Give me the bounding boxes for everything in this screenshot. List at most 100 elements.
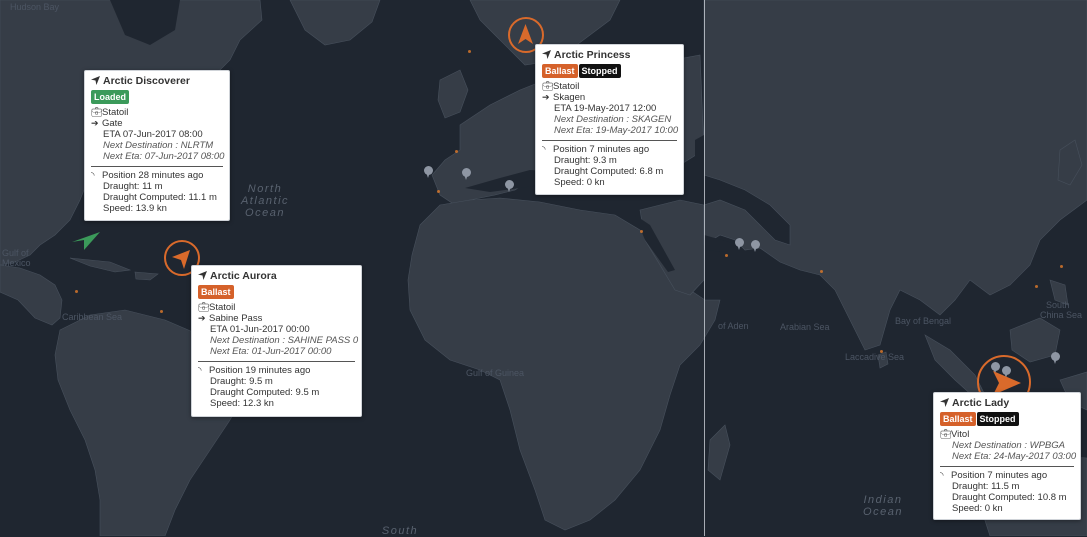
vessel-popup-arctic-aurora[interactable]: Arctic Aurora Ballast 💼︎Statoil ➔ Sabine …	[191, 265, 362, 417]
speed: Speed: 0 kn	[554, 177, 605, 188]
navigation-arrow-icon	[72, 232, 100, 250]
signal-feed-icon: ◝	[542, 144, 546, 154]
port-dot	[75, 290, 78, 293]
port-pin-icon[interactable]	[1051, 352, 1060, 364]
charterer: Statoil	[553, 81, 580, 92]
next-eta: Next Eta: 19-May-2017 10:00	[554, 125, 679, 136]
speed: Speed: 12.3 kn	[210, 398, 274, 409]
briefcase-icon: 💼︎	[940, 429, 952, 439]
vessel-popup-arctic-princess[interactable]: Arctic Princess Ballast Stopped 💼︎Statoil…	[535, 44, 684, 195]
label-north-atlantic-2: Atlantic	[240, 195, 290, 207]
navigation-arrow-icon	[91, 76, 100, 85]
label-caribbean-sea: Caribbean Sea	[62, 312, 123, 322]
vessel-name: Arctic Discoverer	[91, 76, 223, 87]
navigation-arrow-icon	[940, 398, 949, 407]
divider	[542, 140, 677, 141]
vessel-popup-arctic-lady[interactable]: Arctic Lady Ballast Stopped 💼︎Vitol Next …	[933, 392, 1081, 520]
position-age: Position 7 minutes ago	[553, 144, 650, 155]
label-arabian-sea: Arabian Sea	[780, 322, 830, 332]
status-badge-ballast: Ballast	[542, 64, 578, 78]
label-bay-of-bengal: Bay of Bengal	[895, 316, 952, 326]
port-dot	[160, 310, 163, 313]
vessel-marker-arctic-discoverer[interactable]	[70, 228, 102, 257]
vessel-name: Arctic Princess	[542, 50, 677, 61]
signal-feed-icon: ◝	[91, 170, 95, 180]
arrow-right-icon: ➔	[542, 92, 550, 102]
position-age: Position 19 minutes ago	[209, 365, 311, 376]
next-eta: Next Eta: 01-Jun-2017 00:00	[210, 346, 332, 357]
port-dot	[725, 254, 728, 257]
date-line-meridian	[704, 0, 705, 536]
label-indian-ocean-2: Ocean	[863, 506, 903, 518]
position-age: Position 28 minutes ago	[102, 170, 204, 181]
label-laccadive-sea: Laccadive Sea	[845, 352, 905, 362]
label-indian-ocean: Indian Ocean	[858, 494, 908, 518]
label-gulf-of-mexico-1: Gulf of	[2, 248, 29, 258]
position-age: Position 7 minutes ago	[951, 470, 1048, 481]
next-destination: Next Destination : SAHINE PASS 0	[210, 335, 359, 346]
divider	[198, 361, 355, 362]
port-dot	[1035, 285, 1038, 288]
briefcase-icon: 💼︎	[198, 302, 210, 312]
draught: Draught: 11 m	[103, 181, 163, 192]
vessel-popup-arctic-discoverer[interactable]: Arctic Discoverer Loaded 💼︎Statoil ➔ Gate…	[84, 70, 230, 221]
signal-feed-icon: ◝	[198, 365, 202, 375]
port-pin-icon[interactable]	[751, 240, 760, 252]
label-hudson-bay: Hudson Bay	[10, 2, 60, 12]
draught: Draught: 9.3 m	[554, 155, 617, 166]
port-dot	[455, 150, 458, 153]
vessel-name: Arctic Lady	[940, 398, 1074, 409]
vessel-name-text: Arctic Lady	[952, 397, 1010, 409]
draught: Draught: 9.5 m	[210, 376, 273, 387]
status-badge-stopped: Stopped	[976, 412, 1019, 426]
signal-feed-icon: ◝	[940, 470, 944, 480]
port-dot	[880, 350, 883, 353]
destination: Gate	[102, 118, 123, 129]
water-caspian	[695, 135, 704, 185]
speed: Speed: 13.9 kn	[103, 203, 167, 214]
vessel-name: Arctic Aurora	[198, 271, 355, 282]
draught-computed: Draught Computed: 9.5 m	[210, 387, 320, 398]
label-indian-ocean-1: Indian	[863, 494, 903, 506]
vessel-name-text: Arctic Princess	[554, 49, 631, 61]
next-destination: Next Destination : NLRTM	[103, 140, 214, 151]
label-south-china-sea-2: China Sea	[1040, 310, 1083, 320]
status-badge-ballast: Ballast	[198, 285, 234, 299]
next-destination: Next Destination : WPBGA	[952, 440, 1065, 451]
draught-computed: Draught Computed: 6.8 m	[554, 166, 664, 177]
port-pin-icon[interactable]	[462, 168, 471, 180]
speed: Speed: 0 kn	[952, 503, 1003, 514]
arrow-right-icon: ➔	[198, 313, 206, 323]
divider	[940, 466, 1074, 467]
draught-computed: Draught Computed: 11.1 m	[103, 192, 217, 203]
port-dot	[820, 270, 823, 273]
label-north-atlantic-1: North	[247, 183, 283, 195]
vessel-name-text: Arctic Discoverer	[103, 75, 190, 87]
next-destination: Next Destination : SKAGEN	[554, 114, 672, 125]
port-pin-icon[interactable]	[505, 180, 514, 192]
divider	[91, 166, 223, 167]
next-eta: Next Eta: 07-Jun-2017 08:00	[103, 151, 225, 162]
draught-computed: Draught Computed: 10.8 m	[952, 492, 1067, 503]
navigation-arrow-icon	[542, 50, 551, 59]
charterer: Statoil	[102, 107, 129, 118]
destination: Sabine Pass	[209, 313, 263, 324]
port-dot	[1060, 265, 1063, 268]
charterer: Statoil	[209, 302, 236, 313]
briefcase-icon: 💼︎	[542, 81, 554, 91]
label-north-atlantic-3: Ocean	[245, 207, 285, 219]
status-badge-loaded: Loaded	[91, 90, 130, 104]
port-pin-icon[interactable]	[735, 238, 744, 250]
status-badge-stopped: Stopped	[578, 64, 621, 78]
label-gulf-of-guinea: Gulf of Guinea	[466, 368, 525, 378]
port-dot	[640, 230, 643, 233]
port-dot	[468, 50, 471, 53]
destination: Skagen	[553, 92, 586, 103]
status-badge-ballast: Ballast	[940, 412, 976, 426]
arrow-right-icon: ➔	[91, 118, 99, 128]
label-gulf-of-mexico-2: Mexico	[2, 258, 31, 268]
next-eta: Next Eta: 24-May-2017 03:00	[952, 451, 1077, 462]
port-pin-icon[interactable]	[424, 166, 433, 178]
port-dot	[437, 190, 440, 193]
label-gulf-of-aden: of Aden	[718, 321, 749, 331]
